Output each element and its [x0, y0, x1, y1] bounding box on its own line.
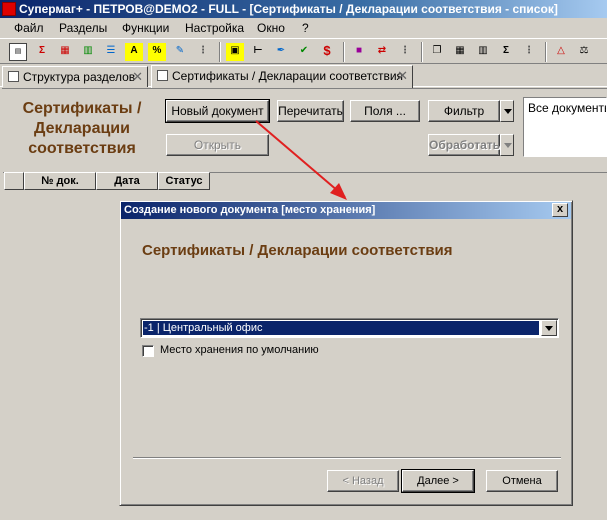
default-location-label[interactable]: Место хранения по умолчанию	[160, 344, 319, 356]
document-filter-box[interactable]: Все документы	[523, 97, 607, 157]
row-icon[interactable]: ▤	[9, 43, 27, 61]
sum-icon[interactable]: Σ	[497, 43, 515, 61]
warning-icon[interactable]: △	[552, 43, 570, 61]
chevron-down-icon	[504, 143, 512, 148]
column-doc-number[interactable]: № док.	[24, 172, 96, 190]
tab-certificates[interactable]: Сертификаты / Декларации соответствия ✕	[151, 65, 413, 88]
document-icon	[157, 70, 168, 81]
filter-dropdown-button[interactable]	[500, 100, 514, 122]
default-location-checkbox[interactable]	[142, 345, 154, 357]
all-documents-text: Все документы	[528, 101, 607, 115]
pen-icon[interactable]: ✒	[272, 43, 290, 61]
column-selector[interactable]	[4, 172, 24, 190]
chevron-down-icon	[545, 326, 553, 331]
storage-location-dropdown-button[interactable]	[541, 320, 557, 336]
calc-icon[interactable]: ▣	[226, 43, 244, 61]
check-icon[interactable]: ✔	[295, 43, 313, 61]
grid-icon[interactable]: ▦	[56, 43, 74, 61]
dialog-separator	[133, 457, 561, 459]
reread-button[interactable]: Перечитать	[277, 100, 344, 122]
menu-sections[interactable]: Разделы	[59, 21, 107, 35]
toolbar-separator	[545, 42, 547, 62]
menu-file[interactable]: Файл	[14, 21, 44, 35]
toolbar: ▤ Σ ▦ ▥ ☰ A % ✎ ⋮ ▣ ⊢ ✒ ✔ $ ■ ⇄ ⋮ ❐ ▦ ▥ …	[0, 38, 607, 64]
app-icon	[2, 2, 16, 16]
menu-functions[interactable]: Функции	[122, 21, 169, 35]
menu-settings[interactable]: Настройка	[185, 21, 244, 35]
menu-window[interactable]: Окно	[257, 21, 285, 35]
tree3-icon[interactable]: ⋮	[520, 43, 538, 61]
dialog-close-button[interactable]: x	[552, 203, 568, 217]
dialog-title: Создание нового документа [место хранени…	[124, 204, 376, 216]
sheet-icon[interactable]: ▥	[79, 43, 97, 61]
column-status[interactable]: Статус	[158, 172, 210, 190]
toolbar-separator	[219, 42, 221, 62]
tab-structure[interactable]: Структура разделов ✕	[2, 66, 148, 87]
scale-icon[interactable]: ⚖	[575, 43, 593, 61]
route-icon[interactable]: ⇄	[373, 43, 391, 61]
page-title: Сертификаты / Декларации соответствия	[22, 100, 142, 157]
process-button[interactable]: Обработать	[428, 134, 500, 156]
storage-location-value[interactable]: -1 | Центральный офис	[143, 321, 539, 335]
column-date[interactable]: Дата	[96, 172, 158, 190]
filter-button[interactable]: Фильтр	[428, 100, 500, 122]
back-button[interactable]: < Назад	[327, 470, 399, 492]
chevron-down-icon	[504, 109, 512, 114]
table-icon[interactable]: ▦	[451, 43, 469, 61]
truck-icon[interactable]: ■	[350, 43, 368, 61]
menu-bar: Файл Разделы Функции Настройка Окно ?	[0, 19, 607, 37]
dollar-icon[interactable]: $	[318, 43, 336, 61]
tree-icon[interactable]: ⋮	[194, 43, 212, 61]
copy-icon[interactable]: ❐	[428, 43, 446, 61]
process-dropdown-button[interactable]	[500, 134, 514, 156]
close-icon[interactable]: ✕	[132, 69, 143, 85]
fields-button[interactable]: Поля ...	[350, 100, 420, 122]
close-icon[interactable]: ✕	[397, 68, 408, 84]
next-button[interactable]: Далее >	[401, 469, 475, 493]
sigma-icon[interactable]: Σ	[33, 43, 51, 61]
text-icon[interactable]: ☰	[102, 43, 120, 61]
pencil-icon[interactable]: ✎	[171, 43, 189, 61]
bars-icon[interactable]: ▥	[474, 43, 492, 61]
tree2-icon[interactable]: ⋮	[396, 43, 414, 61]
tab-label: Структура разделов	[23, 70, 136, 84]
tree-icon	[8, 71, 19, 82]
dialog-heading: Сертификаты / Декларации соответствия	[142, 242, 453, 259]
cancel-button[interactable]: Отмена	[486, 470, 558, 492]
new-document-button[interactable]: Новый документ	[165, 99, 270, 123]
dialog-title-bar[interactable]: Создание нового документа [место хранени…	[121, 202, 571, 219]
tab-bar: Структура разделов ✕ Сертификаты / Декла…	[0, 65, 607, 88]
window-title-bar[interactable]: Супермаг+ - ПЕТРОВ@DEMO2 - FULL - [Серти…	[0, 0, 607, 18]
ruler-icon[interactable]: ⊢	[249, 43, 267, 61]
percent-icon[interactable]: %	[148, 43, 166, 61]
toolbar-separator	[421, 42, 423, 62]
open-button[interactable]: Открыть	[166, 134, 269, 156]
window-title: Супермаг+ - ПЕТРОВ@DEMO2 - FULL - [Серти…	[19, 2, 558, 16]
tab-label: Сертификаты / Декларации соответствия	[172, 69, 404, 83]
toolbar-separator	[343, 42, 345, 62]
font-a-icon[interactable]: A	[125, 43, 143, 61]
menu-help[interactable]: ?	[302, 21, 309, 35]
